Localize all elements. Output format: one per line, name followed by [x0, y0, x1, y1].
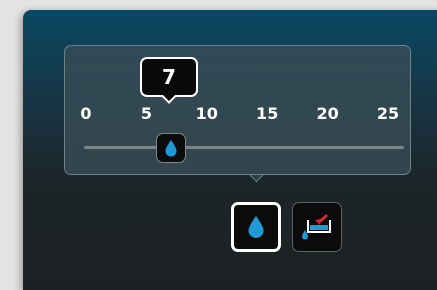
water-drop-icon [165, 140, 177, 157]
slider-popover [64, 45, 411, 175]
tick-label: 0 [80, 104, 92, 123]
value-tooltip-pointer [160, 95, 176, 107]
tick-label: 10 [195, 104, 218, 123]
tick-label: 5 [140, 104, 152, 123]
water-drop-icon [248, 216, 264, 238]
value-tooltip: 7 [140, 57, 198, 97]
tick-label: 20 [316, 104, 339, 123]
value-label: 7 [162, 65, 176, 89]
slider-track[interactable] [84, 146, 404, 149]
tick-label: 15 [256, 104, 279, 123]
tank-inflow-icon [302, 214, 331, 240]
slider-thumb[interactable] [155, 133, 186, 163]
popover-pointer [249, 175, 263, 183]
tick-label: 25 [376, 104, 400, 123]
tank-inflow-mode-button[interactable] [292, 202, 342, 252]
water-mode-button[interactable] [231, 202, 281, 252]
